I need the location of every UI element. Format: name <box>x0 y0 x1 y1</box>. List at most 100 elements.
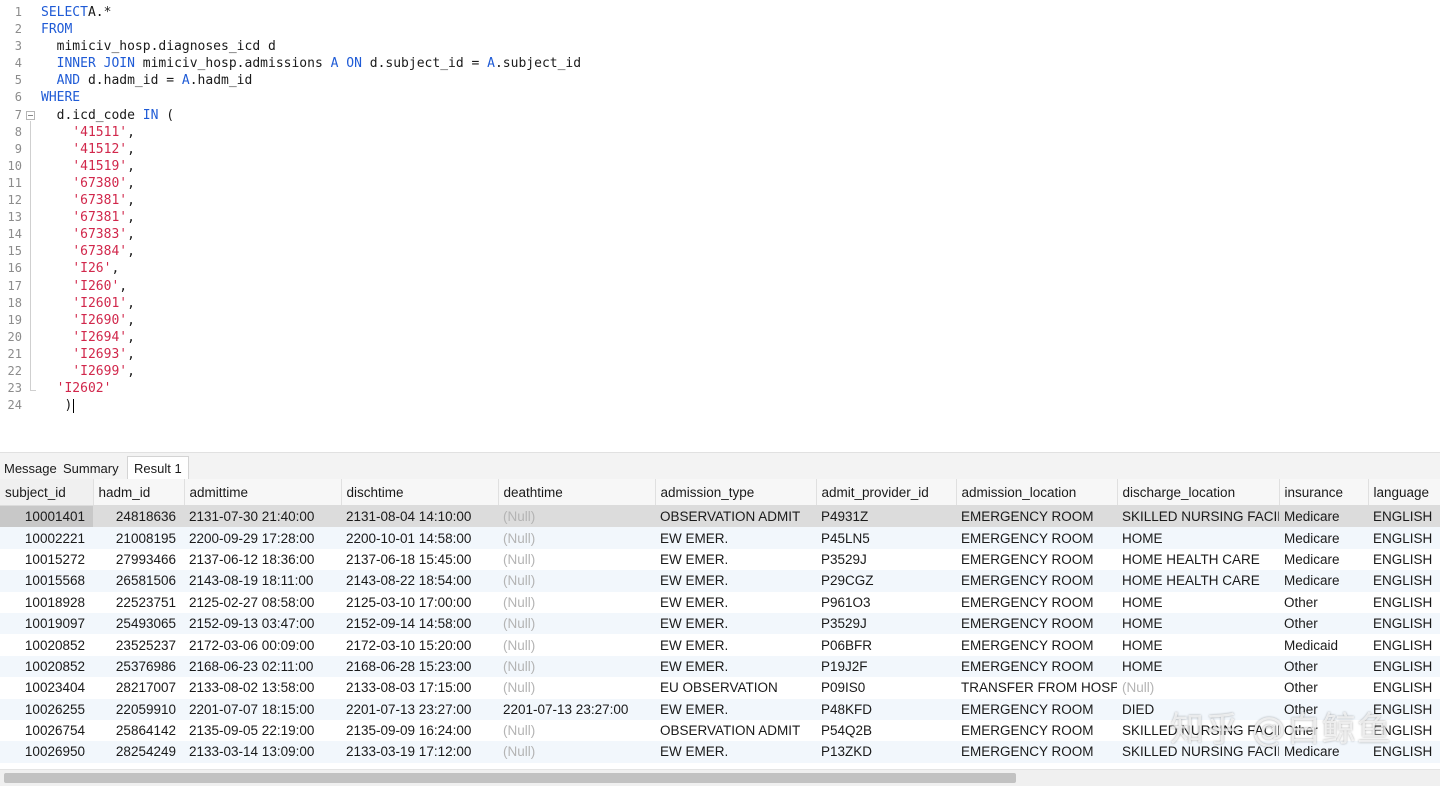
result-grid[interactable]: subject_id hadm_id admittime dischtime death… <box>0 479 1440 769</box>
cell-language[interactable]: ENGLISH <box>1368 720 1440 741</box>
code-line[interactable]: ) <box>41 397 581 414</box>
cell-insurance[interactable]: Medicare <box>1279 570 1368 592</box>
column-header-language[interactable]: language <box>1368 479 1440 506</box>
cell-admission-type[interactable]: OBSERVATION ADMIT <box>655 505 816 528</box>
code-line[interactable]: 'I2693', <box>41 346 581 363</box>
cell-hadm-id[interactable]: 22523751 <box>93 592 184 613</box>
column-header-admit-provider-id[interactable]: admit_provider_id <box>816 479 957 506</box>
cell-admission-type[interactable]: EW EMER. <box>655 592 816 613</box>
cell-admittime[interactable]: 2125-02-27 08:58:00 <box>184 592 341 613</box>
cell-admission-location[interactable]: EMERGENCY ROOM <box>956 549 1117 570</box>
cell-subject-id[interactable]: 10026950 <box>0 741 93 763</box>
code-line[interactable]: mimiciv_hosp.diagnoses_icd d <box>41 38 581 55</box>
cell-dischtime[interactable]: 2201-07-13 23:27:00 <box>341 698 498 720</box>
cell-discharge-location[interactable]: HOME <box>1117 527 1279 549</box>
cell-deathtime[interactable]: (Null) <box>498 505 655 528</box>
cell-admittime[interactable]: 2143-08-19 18:11:00 <box>184 570 341 592</box>
cell-discharge-location[interactable]: DIED <box>1117 698 1279 720</box>
cell-insurance[interactable]: Other <box>1279 677 1368 698</box>
code-line[interactable]: '67384', <box>41 243 581 260</box>
column-header-subject-id[interactable]: subject_id <box>0 479 94 506</box>
cell-admission-location[interactable]: EMERGENCY ROOM <box>956 570 1117 592</box>
table-row[interactable]: 10015568 26581506 2143-08-19 18:11:00 2143-… <box>0 570 1440 592</box>
code-line[interactable]: '41512', <box>41 141 581 158</box>
cell-admit-provider-id[interactable]: P4931Z <box>816 505 956 528</box>
cell-insurance[interactable]: Other <box>1279 698 1368 720</box>
cell-admission-location[interactable]: EMERGENCY ROOM <box>956 527 1117 549</box>
cell-dischtime[interactable]: 2131-08-04 14:10:00 <box>341 505 498 528</box>
code-line[interactable]: 'I26', <box>41 260 581 277</box>
cell-insurance[interactable]: Other <box>1279 592 1368 613</box>
scrollbar-thumb[interactable] <box>4 773 1016 783</box>
cell-admittime[interactable]: 2131-07-30 21:40:00 <box>184 505 341 528</box>
cell-dischtime[interactable]: 2152-09-14 14:58:00 <box>341 612 498 635</box>
column-header-hadm-id[interactable]: hadm_id <box>93 479 185 506</box>
cell-discharge-location[interactable]: HOME HEALTH CARE <box>1117 549 1279 570</box>
cell-discharge-location[interactable]: HOME <box>1117 612 1279 635</box>
cell-deathtime[interactable]: (Null) <box>498 677 655 698</box>
cell-hadm-id[interactable]: 21008195 <box>93 527 184 549</box>
cell-deathtime[interactable]: (Null) <box>498 549 655 570</box>
cell-dischtime[interactable]: 2133-03-19 17:12:00 <box>341 741 498 763</box>
code-line[interactable]: '67381', <box>41 192 581 209</box>
cell-subject-id[interactable]: 10023404 <box>0 677 93 698</box>
code-line[interactable]: 'I2699', <box>41 363 581 380</box>
code-line[interactable]: 'I2694', <box>41 329 581 346</box>
cell-deathtime[interactable]: (Null) <box>498 720 655 741</box>
cell-insurance[interactable]: Other <box>1279 655 1368 678</box>
cell-insurance[interactable]: Medicaid <box>1279 634 1368 655</box>
cell-discharge-location[interactable]: HOME <box>1117 655 1279 678</box>
cell-admittime[interactable]: 2201-07-07 18:15:00 <box>184 698 341 720</box>
cell-discharge-location[interactable]: SKILLED NURSING FACIL <box>1117 505 1279 528</box>
cell-admit-provider-id[interactable]: P3529J <box>816 549 956 570</box>
cell-admit-provider-id[interactable]: P54Q2B <box>816 720 956 741</box>
code-line[interactable]: INNER JOIN mimiciv_hosp.admissions A ON … <box>41 55 581 72</box>
cell-dischtime[interactable]: 2137-06-18 15:45:00 <box>341 549 498 570</box>
cell-hadm-id[interactable]: 25493065 <box>93 612 184 635</box>
cell-admission-type[interactable]: EW EMER. <box>655 527 816 549</box>
column-header-deathtime[interactable]: deathtime <box>498 479 656 506</box>
code-line[interactable]: '41519', <box>41 158 581 175</box>
cell-deathtime[interactable]: (Null) <box>498 527 655 549</box>
cell-admission-location[interactable]: EMERGENCY ROOM <box>956 505 1117 528</box>
cell-admittime[interactable]: 2137-06-12 18:36:00 <box>184 549 341 570</box>
cell-discharge-location[interactable]: HOME HEALTH CARE <box>1117 570 1279 592</box>
table-row[interactable]: 10026950 28254249 2133-03-14 13:09:00 2133-… <box>0 741 1440 763</box>
code-line[interactable]: AND d.hadm_id = A.hadm_id <box>41 72 581 89</box>
cell-admittime[interactable]: 2135-09-05 22:19:00 <box>184 720 341 741</box>
cell-admittime[interactable]: 2172-03-06 00:09:00 <box>184 634 341 655</box>
column-header-admission-location[interactable]: admission_location <box>956 479 1118 506</box>
cell-admit-provider-id[interactable]: P29CGZ <box>816 570 956 592</box>
table-row[interactable]: 10019097 25493065 2152-09-13 03:47:00 2152-… <box>0 612 1440 635</box>
cell-discharge-location[interactable]: (Null) <box>1117 677 1279 698</box>
cell-language[interactable]: ENGLISH <box>1368 570 1440 592</box>
cell-deathtime[interactable]: (Null) <box>498 592 655 613</box>
cell-insurance[interactable]: Other <box>1279 720 1368 741</box>
sql-code[interactable]: SELECTA.* FROM mimiciv_hosp.diagnoses_icd… <box>41 4 581 414</box>
table-row[interactable]: 10023404 28217007 2133-08-02 13:58:00 2133-… <box>0 677 1440 698</box>
cell-admission-location[interactable]: EMERGENCY ROOM <box>956 720 1117 741</box>
cell-hadm-id[interactable]: 22059910 <box>93 698 184 720</box>
cell-hadm-id[interactable]: 25376986 <box>93 655 184 678</box>
tab-result-1[interactable]: Result 1 <box>127 456 189 480</box>
cell-deathtime[interactable]: (Null) <box>498 634 655 655</box>
cell-language[interactable]: ENGLISH <box>1368 549 1440 570</box>
cell-language[interactable]: ENGLISH <box>1368 527 1440 549</box>
cell-dischtime[interactable]: 2143-08-22 18:54:00 <box>341 570 498 592</box>
column-header-dischtime[interactable]: dischtime <box>341 479 499 506</box>
cell-subject-id[interactable]: 10026754 <box>0 720 93 741</box>
cell-hadm-id[interactable]: 23525237 <box>93 634 184 655</box>
code-line[interactable]: '41511', <box>41 124 581 141</box>
cell-discharge-location[interactable]: HOME <box>1117 592 1279 613</box>
code-line[interactable]: '67381', <box>41 209 581 226</box>
cell-insurance[interactable]: Medicare <box>1279 549 1368 570</box>
cell-language[interactable]: ENGLISH <box>1368 505 1440 528</box>
code-line[interactable]: 'I2601', <box>41 295 581 312</box>
sql-editor[interactable]: 1 2 3 4 5 6 7 8 9 10 11 12 13 14 15 16 17 18 19 20 21 22 23 24 … <box>0 0 1440 452</box>
cell-subject-id[interactable]: 10015568 <box>0 570 93 592</box>
cell-deathtime[interactable]: (Null) <box>498 655 655 678</box>
cell-subject-id[interactable]: 10002221 <box>0 527 93 549</box>
cell-hadm-id[interactable]: 26581506 <box>93 570 184 592</box>
horizontal-scrollbar[interactable] <box>0 769 1440 786</box>
cell-subject-id[interactable]: 10001401 <box>0 505 93 528</box>
